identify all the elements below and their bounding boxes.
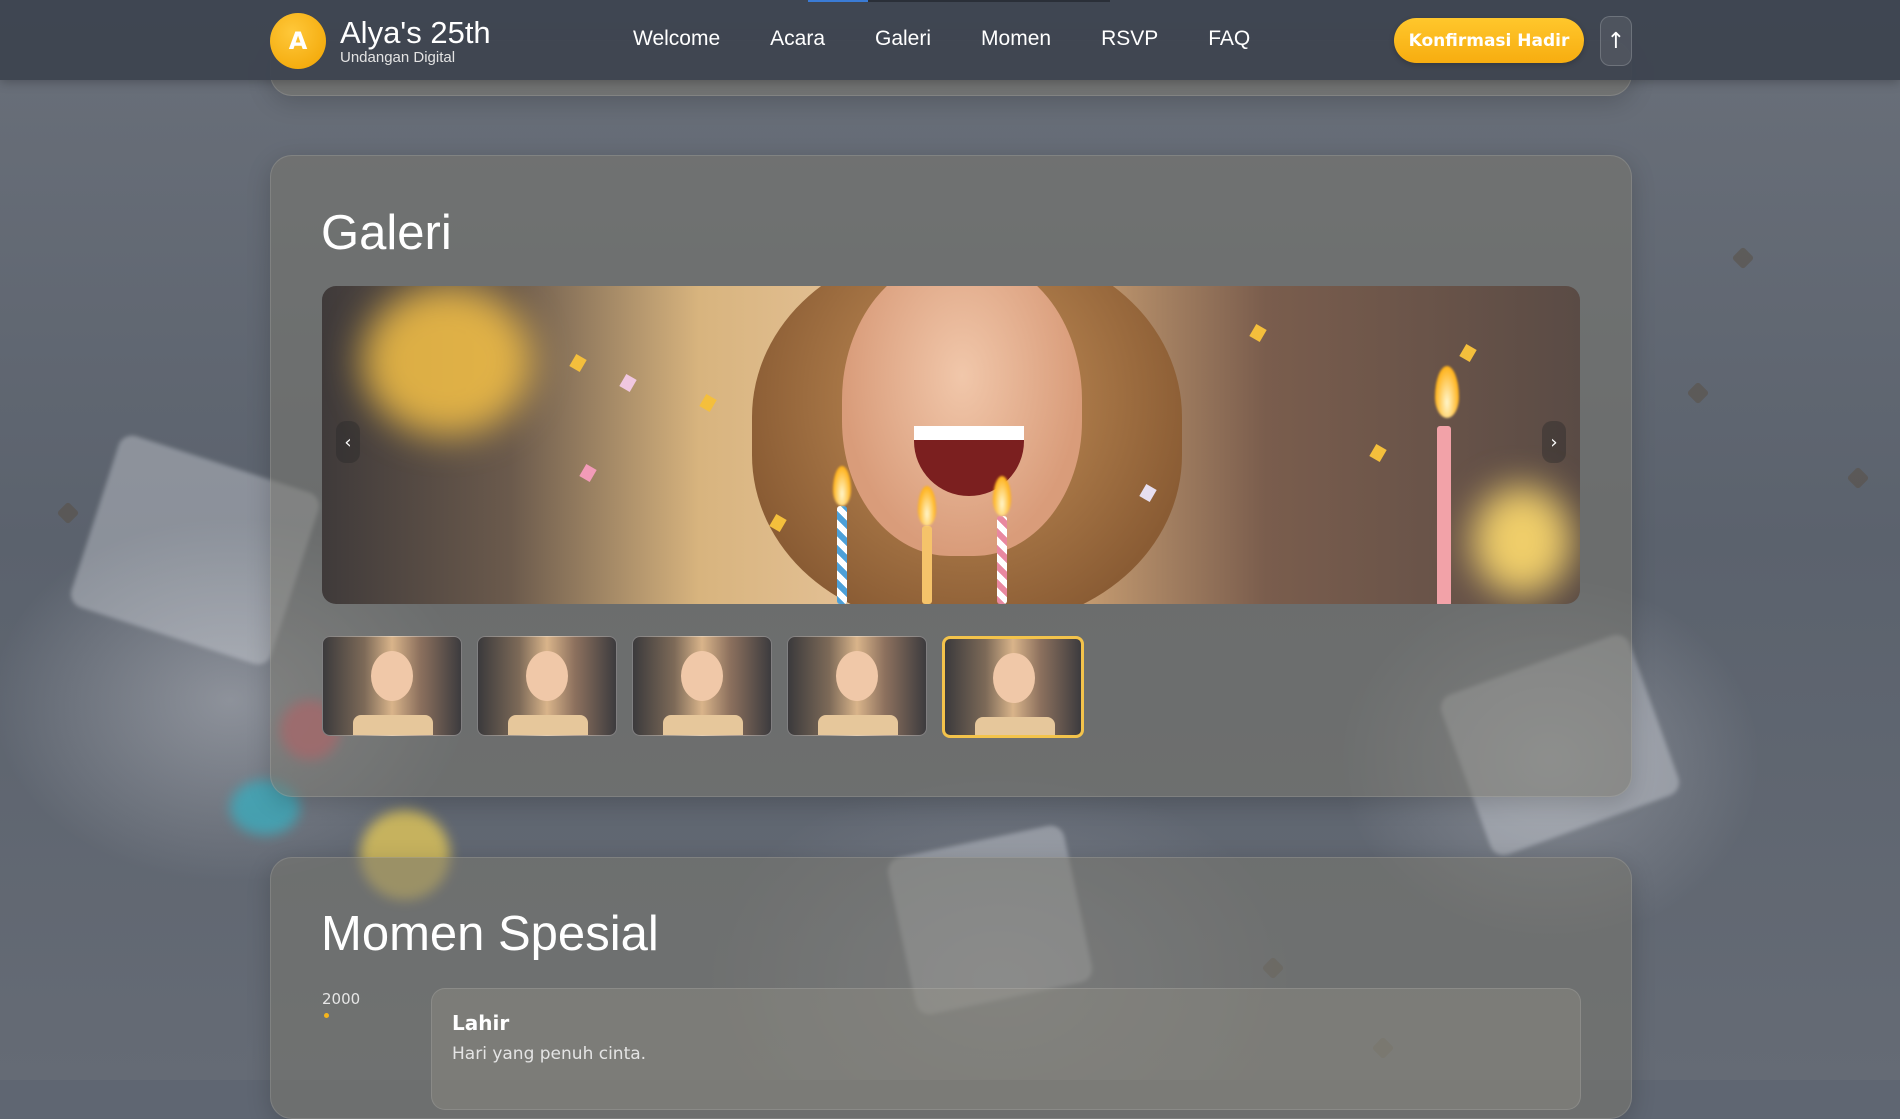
nav-item-rsvp[interactable]: RSVP (1101, 27, 1158, 51)
moment-card[interactable]: Lahir Hari yang penuh cinta. (431, 988, 1581, 1110)
candle-flame (1435, 366, 1459, 418)
slider-next-button[interactable]: › (1542, 421, 1566, 463)
confetti (579, 463, 597, 483)
thumbnail-cake (353, 715, 433, 735)
confirm-attendance-button[interactable]: Konfirmasi Hadir (1394, 18, 1584, 63)
confetti-decoration (1686, 381, 1710, 405)
thumbnail-face (681, 651, 723, 701)
thumbnail-cake (508, 715, 588, 735)
chevron-left-icon: ‹ (344, 431, 352, 453)
gallery-section: Galeri ‹ › (270, 155, 1632, 797)
timeline-dot (324, 1013, 329, 1018)
confetti-decoration (1846, 466, 1870, 490)
gallery-thumbnails (322, 636, 1084, 738)
candle (1437, 426, 1451, 604)
confetti-decoration (56, 501, 80, 525)
brand-subtitle: Undangan Digital (340, 48, 456, 66)
confetti-decoration (1731, 246, 1755, 270)
chevron-right-icon: › (1550, 431, 1558, 453)
nav-item-momen[interactable]: Momen (981, 27, 1051, 51)
thumbnail-face (371, 651, 413, 701)
confetti (569, 353, 587, 373)
gallery-slider[interactable]: ‹ › (322, 286, 1580, 604)
nav-item-welcome[interactable]: Welcome (633, 27, 720, 51)
candle (997, 516, 1007, 604)
nav-links: Welcome Acara Galeri Momen RSVP FAQ (633, 27, 1300, 51)
nav-item-acara[interactable]: Acara (770, 27, 825, 51)
slider-prev-button[interactable]: ‹ (336, 421, 360, 463)
photo-face (842, 286, 1082, 556)
gallery-title: Galeri (321, 206, 452, 260)
gallery-thumbnail[interactable] (787, 636, 927, 736)
candle-glow (1472, 486, 1572, 596)
moments-title: Momen Spesial (321, 907, 659, 961)
timeline-year: 2000 (322, 990, 361, 1008)
brand-text: Alya's 25th Undangan Digital (340, 17, 491, 66)
nav-item-galeri[interactable]: Galeri (875, 27, 931, 51)
thumbnail-cake (818, 715, 898, 735)
nav-item-faq[interactable]: FAQ (1208, 27, 1250, 51)
candle-flame (993, 476, 1011, 516)
arrow-up-icon: ↑ (1606, 28, 1626, 54)
thumbnail-face (993, 653, 1035, 703)
sparkler-glow (362, 286, 532, 436)
gallery-thumbnail-active[interactable] (942, 636, 1084, 738)
moment-title: Lahir (452, 1011, 510, 1035)
confetti (1369, 443, 1387, 463)
thumbnail-cake (975, 717, 1055, 735)
thumbnail-face (526, 651, 568, 701)
brand[interactable]: A Alya's 25th Undangan Digital (270, 13, 491, 69)
scroll-top-button[interactable]: ↑ (1600, 16, 1632, 66)
brand-title: Alya's 25th (340, 14, 491, 50)
confetti (1249, 323, 1267, 343)
thumbnail-cake (663, 715, 743, 735)
gallery-thumbnail[interactable] (322, 636, 462, 736)
confetti (699, 393, 717, 413)
confetti (1459, 343, 1477, 363)
thumbnail-face (836, 651, 878, 701)
gallery-thumbnail[interactable] (477, 636, 617, 736)
avatar: A (270, 13, 326, 69)
nav-scroll-indicator (808, 0, 868, 2)
confetti (619, 373, 637, 393)
moment-description: Hari yang penuh cinta. (452, 1044, 647, 1064)
candle (922, 526, 932, 604)
candle-flame (833, 466, 851, 506)
candle-flame (918, 486, 936, 526)
gallery-thumbnail[interactable] (632, 636, 772, 736)
candle (837, 506, 847, 604)
top-navbar: A Alya's 25th Undangan Digital Welcome A… (0, 0, 1900, 80)
